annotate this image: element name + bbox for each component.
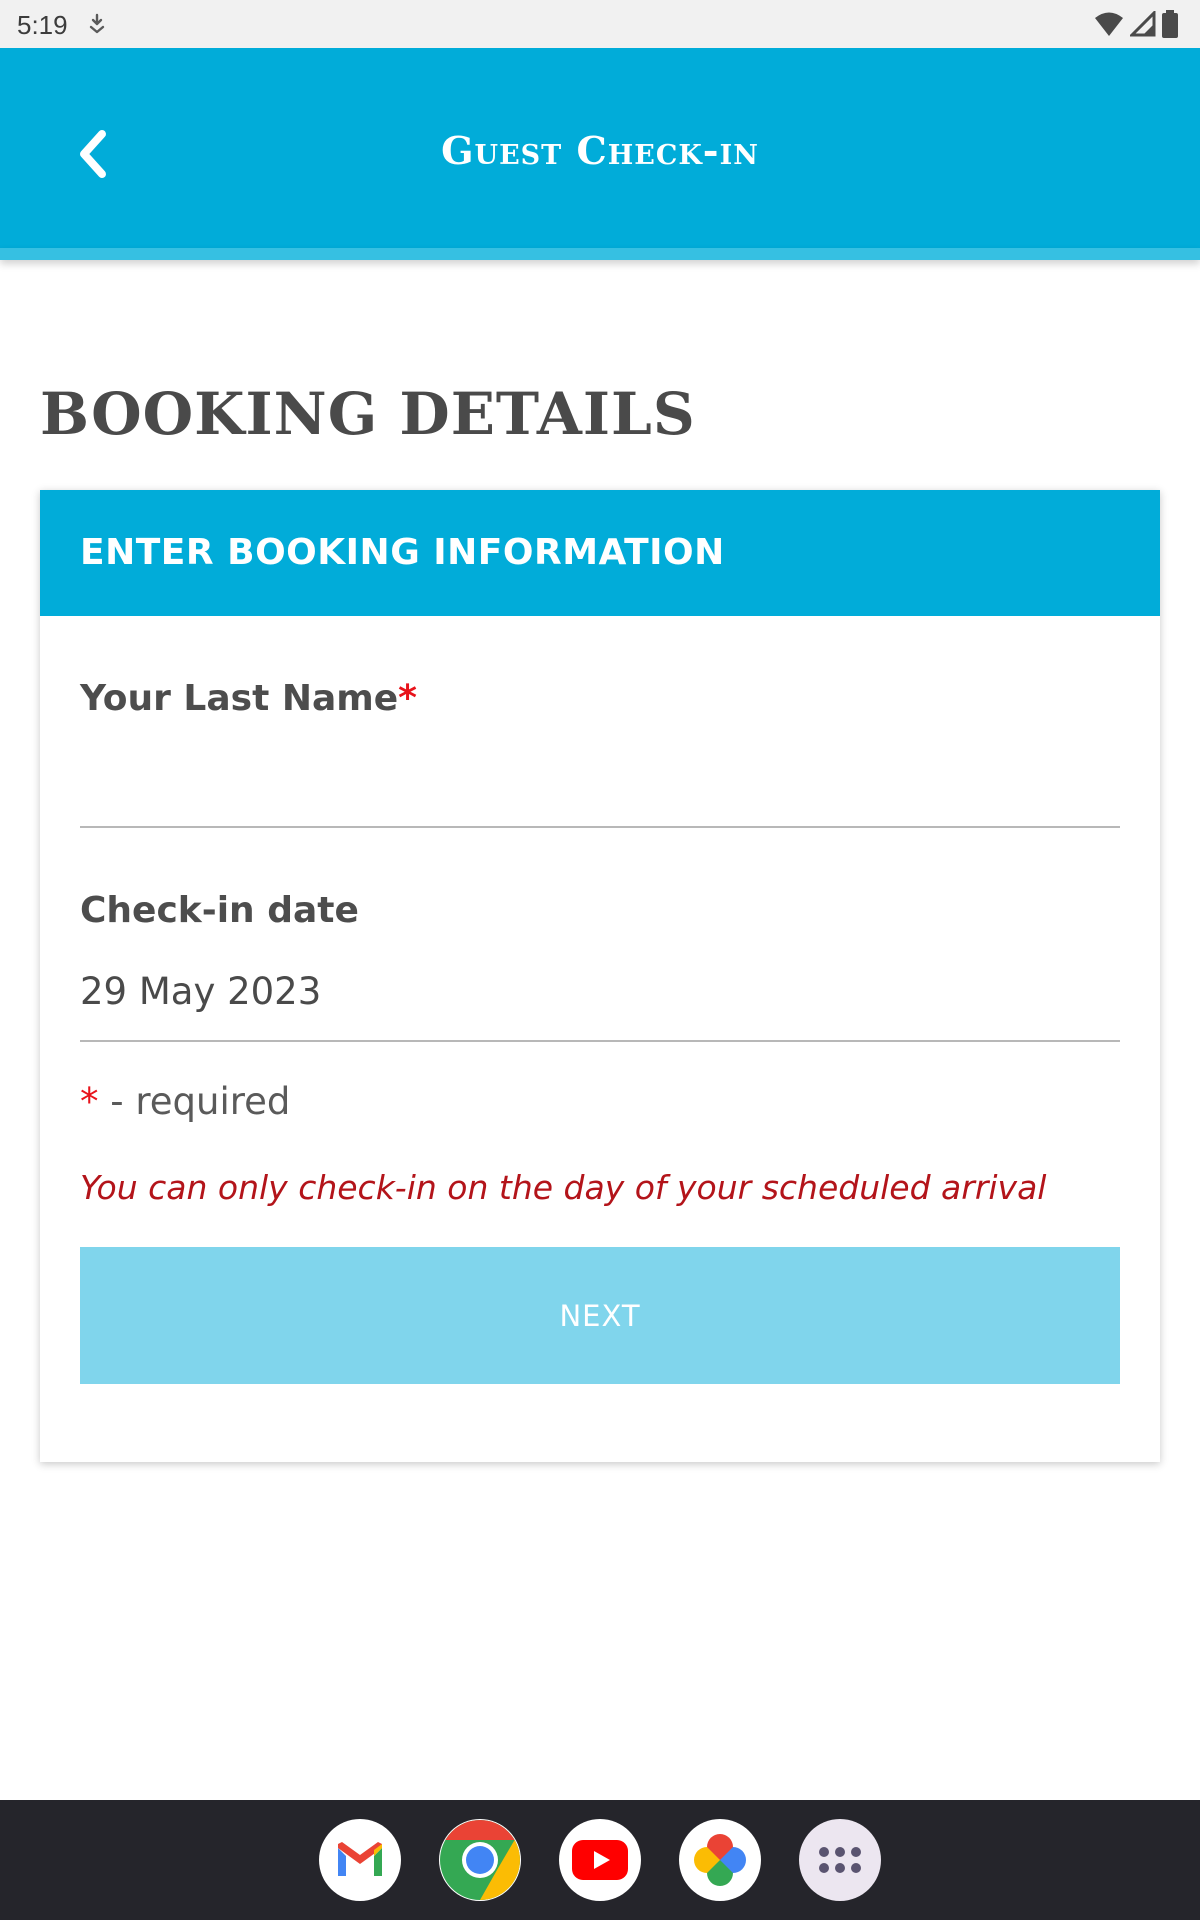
battery-icon [1162,10,1178,38]
last-name-label-text: Your Last Name [80,678,399,719]
status-time: 5:19 [17,10,68,40]
required-note: * - required [80,1080,290,1123]
app-drawer-icon[interactable] [799,1819,881,1901]
download-icon [89,13,105,34]
card-header-title: ENTER BOOKING INFORMATION [80,532,725,573]
checkin-date-field[interactable]: 29 May 2023 [80,960,1120,1042]
gmail-logo [338,1842,382,1876]
youtube-logo [572,1840,628,1880]
section-title: BOOKING DETAILS [40,380,696,448]
gmail-icon[interactable] [319,1819,401,1901]
chrome-icon[interactable] [439,1819,521,1901]
page-title: Guest Check-in [441,128,759,173]
photos-logo [694,1834,746,1886]
required-asterisk: * [398,678,417,719]
last-name-input[interactable] [80,748,1120,828]
booking-card: ENTER BOOKING INFORMATION Your Last Name… [40,490,1160,1462]
last-name-label: Your Last Name* [80,678,417,719]
apps-grid-icon [819,1847,861,1873]
status-icons [1094,10,1178,38]
checkin-date-value: 29 May 2023 [80,970,322,1013]
checkin-warning: You can only check-in on the day of your… [80,1168,1047,1207]
wifi-icon [1095,12,1123,36]
next-button[interactable]: NEXT [80,1247,1120,1384]
app-bar-shadow [0,248,1200,260]
card-header: ENTER BOOKING INFORMATION [40,490,1160,616]
youtube-icon[interactable] [559,1819,641,1901]
chrome-logo [440,1820,520,1900]
photos-icon[interactable] [679,1819,761,1901]
required-note-text: - required [98,1080,291,1123]
checkin-date-label: Check-in date [80,890,359,931]
signal-icon [1130,11,1156,37]
required-note-star: * [80,1080,99,1123]
status-bar: 5:19 [0,0,1200,48]
